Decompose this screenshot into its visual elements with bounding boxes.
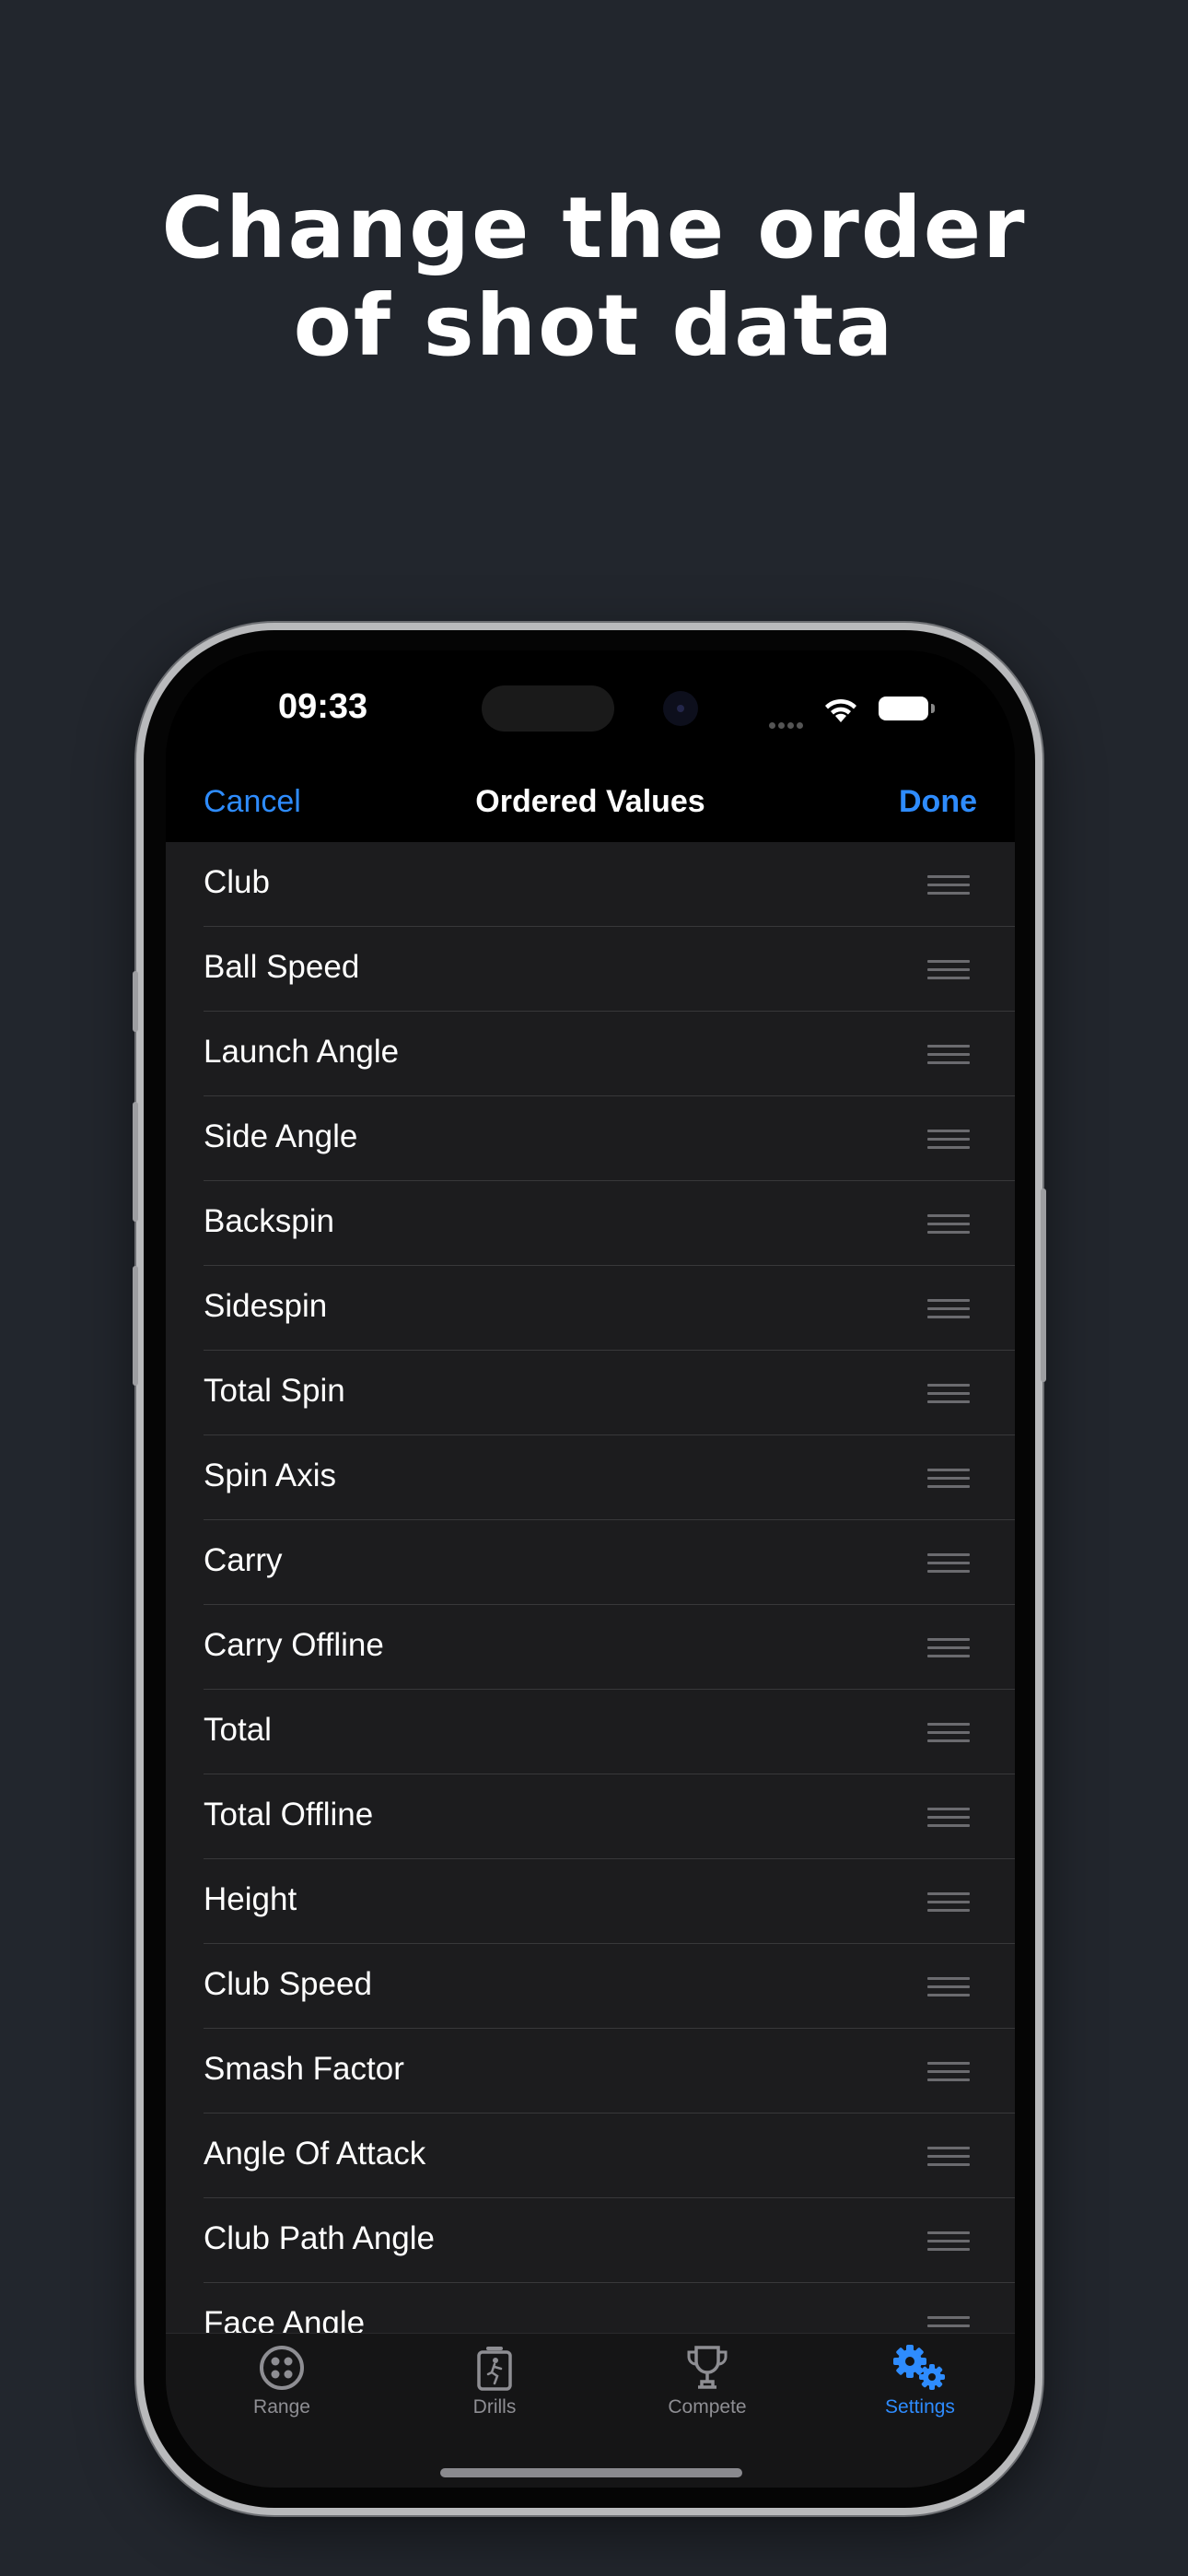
list-item-label: Club Speed xyxy=(204,1966,372,2002)
list-item[interactable]: Club Speed xyxy=(166,1944,1015,2029)
list-item-label: Ball Speed xyxy=(204,949,360,985)
list-item[interactable]: Face Angle xyxy=(166,2283,1015,2336)
list-item[interactable]: Total Offline xyxy=(166,1774,1015,1859)
list-item[interactable]: Angle Of Attack xyxy=(166,2113,1015,2198)
list-item[interactable]: Total xyxy=(166,1690,1015,1774)
front-camera xyxy=(663,691,698,726)
list-item[interactable]: Club xyxy=(166,842,1015,927)
reorder-handle-icon[interactable] xyxy=(927,1299,970,1319)
navigation-bar: Cancel Ordered Values Done xyxy=(166,770,1015,842)
list-item-label: Total Spin xyxy=(204,1373,345,1409)
list-item-label: Launch Angle xyxy=(204,1034,400,1070)
golf-ball-icon xyxy=(260,2346,304,2390)
list-item[interactable]: Ball Speed xyxy=(166,927,1015,1012)
cellular-signal-icon xyxy=(769,715,806,732)
power-button xyxy=(1041,1188,1046,1382)
list-item[interactable]: Club Path Angle xyxy=(166,2198,1015,2283)
list-item-label: Smash Factor xyxy=(204,2051,404,2087)
tab-drills-label: Drills xyxy=(472,2396,517,2418)
home-indicator[interactable] xyxy=(440,2468,742,2477)
tab-bar: Range Drills Compete Settings xyxy=(166,2333,1015,2488)
reorder-handle-icon[interactable] xyxy=(927,1723,970,1743)
list-item-label: Carry xyxy=(204,1542,283,1578)
list-item[interactable]: Smash Factor xyxy=(166,2029,1015,2113)
tab-drills[interactable]: Drills xyxy=(402,2343,587,2418)
drills-clipboard-icon xyxy=(477,2347,512,2391)
phone-screen: 09:33 Cancel Ordered Values Done Club Bal… xyxy=(166,650,1015,2488)
list-item-label: Face Angle xyxy=(204,2305,366,2336)
reorder-handle-icon[interactable] xyxy=(927,875,970,896)
list-item-label: Club Path Angle xyxy=(204,2220,436,2256)
reorder-handle-icon[interactable] xyxy=(927,1384,970,1404)
reorder-handle-icon[interactable] xyxy=(927,1638,970,1658)
done-button[interactable]: Done xyxy=(899,784,977,820)
list-item[interactable]: Height xyxy=(166,1859,1015,1944)
list-item[interactable]: Sidespin xyxy=(166,1266,1015,1351)
list-item-label: Side Angle xyxy=(204,1118,358,1154)
headline-line-1: Change the order xyxy=(161,179,1027,277)
volume-down-button xyxy=(133,1266,138,1386)
marketing-headline: Change the order of shot data xyxy=(0,180,1188,375)
list-item-label: Total xyxy=(204,1712,272,1748)
reorder-handle-icon[interactable] xyxy=(927,1130,970,1150)
reorder-handle-icon[interactable] xyxy=(927,1977,970,1997)
trophy-icon xyxy=(687,2346,728,2389)
dynamic-island xyxy=(482,685,614,732)
list-item-label: Total Offline xyxy=(204,1797,374,1832)
wifi-icon xyxy=(822,697,859,728)
tab-settings-label: Settings xyxy=(885,2396,955,2418)
list-item-label: Angle Of Attack xyxy=(204,2136,426,2172)
list-item-label: Height xyxy=(204,1881,297,1917)
status-bar: 09:33 xyxy=(166,650,1015,770)
reorder-handle-icon[interactable] xyxy=(927,1045,970,1065)
list-item[interactable]: Total Spin xyxy=(166,1351,1015,1435)
reorder-handle-icon[interactable] xyxy=(927,2062,970,2082)
reorder-handle-icon[interactable] xyxy=(927,1469,970,1489)
tab-settings[interactable]: Settings xyxy=(828,2343,1012,2418)
nav-title: Ordered Values xyxy=(475,784,705,819)
tab-range[interactable]: Range xyxy=(190,2343,374,2418)
ordered-values-list: Club Ball Speed Launch Angle Side Angle Back… xyxy=(166,842,1015,2336)
volume-up-button xyxy=(133,1102,138,1222)
reorder-handle-icon[interactable] xyxy=(927,960,970,980)
list-item[interactable]: Spin Axis xyxy=(166,1435,1015,1520)
list-item-label: Backspin xyxy=(204,1203,335,1239)
gears-icon xyxy=(893,2345,945,2390)
list-item-label: Spin Axis xyxy=(204,1458,336,1493)
reorder-handle-icon[interactable] xyxy=(927,1214,970,1235)
list-item[interactable]: Side Angle xyxy=(166,1096,1015,1181)
reorder-handle-icon[interactable] xyxy=(927,2147,970,2167)
battery-icon xyxy=(879,697,935,720)
reorder-handle-icon[interactable] xyxy=(927,1892,970,1913)
headline-line-2: of shot data xyxy=(293,276,895,375)
action-button xyxy=(133,971,138,1032)
list-item-label: Club xyxy=(204,864,270,900)
reorder-handle-icon[interactable] xyxy=(927,2231,970,2252)
list-item[interactable]: Launch Angle xyxy=(166,1012,1015,1096)
tab-compete[interactable]: Compete xyxy=(615,2343,799,2418)
list-item[interactable]: Carry xyxy=(166,1520,1015,1605)
list-item-label: Carry Offline xyxy=(204,1627,384,1663)
list-item[interactable]: Carry Offline xyxy=(166,1605,1015,1690)
tab-range-label: Range xyxy=(253,2396,310,2418)
tab-compete-label: Compete xyxy=(668,2396,747,2418)
list-item-label: Sidespin xyxy=(204,1288,328,1324)
reorder-handle-icon[interactable] xyxy=(927,1808,970,1828)
status-time: 09:33 xyxy=(278,687,368,726)
reorder-handle-icon[interactable] xyxy=(927,1553,970,1574)
list-item[interactable]: Backspin xyxy=(166,1181,1015,1266)
